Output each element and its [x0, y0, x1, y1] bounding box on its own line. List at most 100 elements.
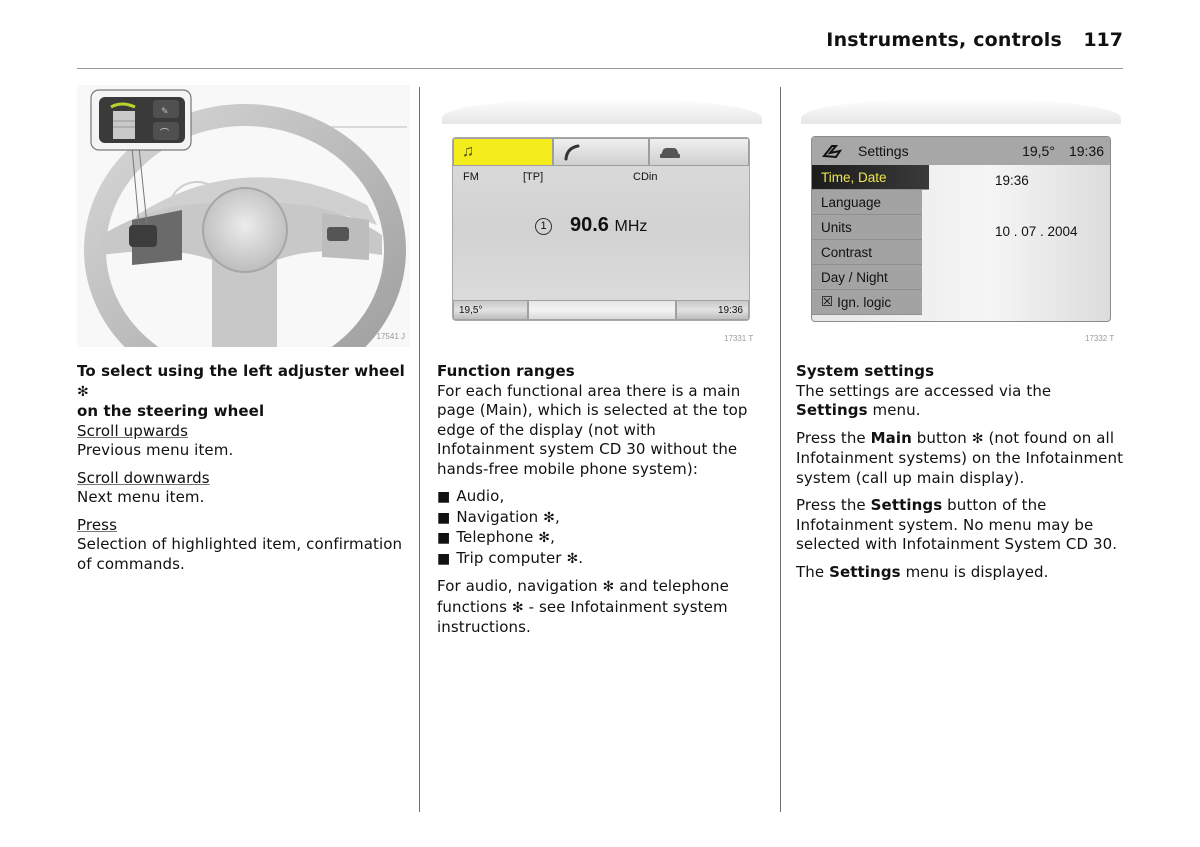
paragraph: Press the Main button ✻ (not found on al…: [796, 429, 1126, 489]
menu-item-day-night[interactable]: Day / Night: [812, 265, 922, 290]
menu-item-ign-logic[interactable]: ☒ Ign. logic: [812, 290, 922, 315]
column-1-text: To select using the left adjuster wheel …: [77, 362, 407, 582]
optional-equipment-star-icon: ✻: [538, 530, 551, 546]
header-divider: [77, 68, 1123, 69]
clock-readout: 19:36: [676, 300, 749, 320]
menu-item-label: Ign. logic: [837, 294, 892, 310]
frequency-unit: MHz: [614, 218, 648, 235]
steering-wheel-drawing: ✎ ⌒: [77, 85, 410, 347]
punctuation: ,: [554, 507, 560, 526]
car-icon: [660, 148, 680, 158]
figure-code: 17332 T: [1085, 334, 1115, 343]
paragraph: The settings are accessed via the Settin…: [796, 382, 1126, 421]
button-name: Settings: [870, 496, 943, 514]
column-1-heading: To select using the left adjuster wheel …: [77, 362, 407, 422]
text: The: [796, 562, 825, 581]
settings-display-screen: Settings 19,5° 19:36 Time, Date Language…: [811, 136, 1111, 322]
bullet-text: Trip computer: [456, 548, 562, 567]
description: Selection of highlighted item, confirmat…: [77, 535, 403, 573]
bullet-item: Navigation ✻,: [437, 508, 757, 529]
menu-item-units[interactable]: Units: [812, 215, 922, 240]
settings-wrench-icon: [822, 145, 843, 159]
tab-audio[interactable]: ♫: [453, 138, 553, 166]
svg-text:✎: ✎: [161, 107, 169, 117]
text: The settings are accessed via the: [796, 381, 1052, 400]
optional-equipment-star-icon: ✻: [971, 430, 984, 447]
menu-name: Settings: [796, 401, 868, 419]
checkbox-checked-icon[interactable]: ☒: [821, 294, 833, 310]
status-bar-middle: [528, 300, 676, 320]
optional-equipment-star-icon: ✻: [602, 579, 615, 595]
paragraph: For audio, navigation ✻ and telephone fu…: [437, 577, 757, 638]
bullet-item: Audio,: [437, 487, 757, 508]
description: Next menu item.: [77, 488, 205, 506]
bullet-text: Audio,: [456, 487, 505, 505]
heading-text: To select using the left adjuster wheel: [77, 362, 405, 380]
figure-code: 17331 T: [724, 334, 754, 343]
figure-code: 17541 J: [376, 332, 405, 341]
term-scroll-downwards: Scroll downwards: [77, 468, 210, 487]
button-name: Main: [870, 428, 912, 447]
optional-equipment-star-icon: ✻: [543, 509, 555, 526]
temperature-readout: 19,5°: [453, 300, 528, 320]
column-3-text: System settings The settings are accesse…: [796, 362, 1126, 590]
time-value: 19:36: [995, 173, 1029, 188]
bullet-text: Telephone: [456, 528, 534, 546]
cd-indicator: CDin: [633, 171, 658, 183]
text: For audio, navigation: [437, 577, 598, 595]
section-title: Instruments, controls: [826, 29, 1062, 51]
punctuation: .: [578, 548, 584, 567]
tab-telephone[interactable]: [553, 138, 649, 166]
column-3-heading: System settings: [796, 362, 935, 380]
optional-equipment-star-icon: ✻: [77, 383, 89, 400]
list-item: Scroll upwards Previous menu item.: [77, 422, 407, 461]
text: menu is displayed.: [905, 562, 1049, 581]
music-note-icon: ♫: [462, 143, 474, 160]
bullet-item: Trip computer ✻.: [437, 549, 757, 570]
term-press: Press: [77, 515, 117, 534]
optional-equipment-star-icon: ✻: [566, 550, 579, 567]
display-bezel: [442, 98, 762, 124]
text: menu.: [872, 401, 921, 419]
phone-handset-icon: [564, 144, 580, 161]
term-scroll-upwards: Scroll upwards: [77, 421, 189, 440]
band-indicator: FM: [463, 171, 479, 183]
page-number: 117: [1083, 29, 1123, 51]
menu-item-language[interactable]: Language: [812, 190, 922, 215]
settings-title: Settings: [858, 143, 909, 159]
tab-trip-computer[interactable]: [649, 138, 749, 166]
temperature-readout: 19,5°: [1022, 143, 1055, 159]
paragraph: The Settings menu is displayed.: [796, 563, 1126, 583]
date-value: 10 . 07 . 2004: [995, 224, 1078, 239]
column-2-heading: Function ranges: [437, 362, 575, 380]
bullet-item: Telephone ✻,: [437, 528, 757, 549]
paragraph: Press the Settings button of the Infotai…: [796, 496, 1126, 555]
frequency-readout: 1 90.6 MHz: [535, 214, 647, 237]
column-divider-1: [419, 87, 420, 812]
settings-menu: Time, Date Language Units Contrast Day /…: [812, 165, 929, 315]
settings-header: Settings 19,5° 19:36: [812, 137, 1110, 165]
bullet-text: Navigation: [456, 507, 539, 526]
display-bezel: [801, 98, 1121, 124]
optional-equipment-star-icon: ✻: [511, 599, 524, 616]
menu-item-contrast[interactable]: Contrast: [812, 240, 922, 265]
menu-name: Settings: [829, 562, 901, 581]
frequency-value: 90.6: [570, 214, 609, 236]
paragraph: For each functional area there is a main…: [437, 381, 748, 478]
function-tabs: ♫: [453, 138, 749, 168]
description: Previous menu item.: [77, 441, 234, 459]
list-item: Press Selection of highlighted item, con…: [77, 516, 407, 575]
punctuation: ,: [550, 528, 556, 546]
text: Press the: [796, 496, 866, 514]
svg-text:⌒: ⌒: [160, 128, 169, 139]
bullet-list: Audio, Navigation ✻, Telephone ✻, Trip c…: [437, 487, 757, 569]
text: Press the: [796, 428, 866, 447]
menu-item-time-date[interactable]: Time, Date: [812, 165, 929, 190]
tp-indicator: [TP]: [523, 171, 544, 183]
preset-number: 1: [535, 218, 552, 235]
steering-wheel-illustration: ✎ ⌒ 17541 J: [77, 85, 410, 347]
column-2-text: Function ranges For each functional area…: [437, 362, 757, 646]
heading-text-line2: on the steering wheel: [77, 402, 265, 420]
column-divider-2: [780, 87, 781, 812]
audio-status-bar: 19,5° 19:36: [453, 300, 749, 320]
